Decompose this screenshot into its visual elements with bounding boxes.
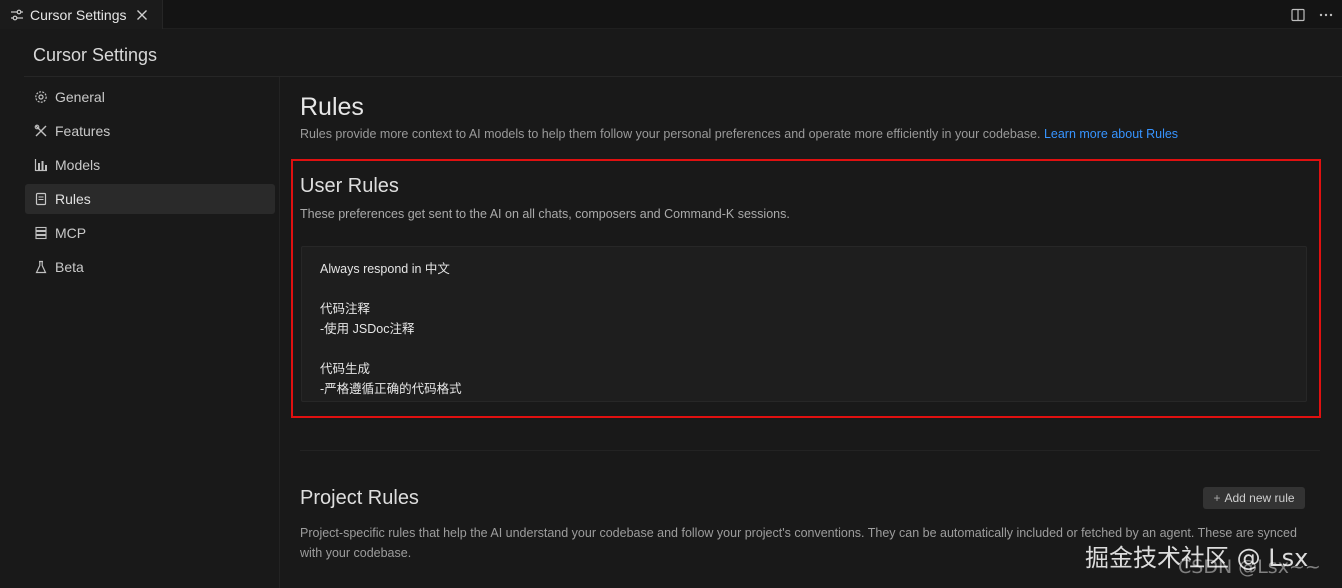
add-new-rule-button[interactable]: + Add new rule <box>1203 487 1305 509</box>
user-rules-title: User Rules <box>300 175 399 197</box>
rule-line: -严格遵循正确的代码格式 <box>320 382 462 396</box>
watermark-csdn: CSDN @Lsx~~ <box>1178 556 1321 578</box>
tab-title: Cursor Settings <box>30 6 127 23</box>
rule-line: 代码注释 <box>320 302 371 316</box>
sidebar-item-label: Models <box>55 157 101 173</box>
editor-actions <box>1290 0 1334 29</box>
rule-line <box>320 339 1288 359</box>
plus-icon: + <box>1213 491 1221 505</box>
section-divider <box>300 450 1320 451</box>
sidebar-item-label: Features <box>55 123 111 139</box>
sidebar: General Features Models Rules MCP Beta <box>0 77 280 588</box>
rules-description: Rules provide more context to AI models … <box>300 127 1178 141</box>
close-icon[interactable] <box>136 9 148 21</box>
settings-title: Cursor Settings <box>33 45 158 65</box>
bar-chart-icon <box>34 159 47 172</box>
sidebar-item-beta[interactable]: Beta <box>25 252 275 282</box>
server-icon <box>35 226 47 240</box>
sidebar-item-models[interactable]: Models <box>25 150 275 180</box>
split-editor-icon[interactable] <box>1290 7 1306 23</box>
user-rules-description: These preferences get sent to the AI on … <box>300 207 790 221</box>
rule-line: 代码生成 <box>320 362 371 376</box>
project-rules-title: Project Rules <box>300 487 419 509</box>
settings-sliders-icon <box>11 9 23 20</box>
sidebar-item-label: MCP <box>55 225 87 241</box>
user-rules-editor[interactable]: Always respond in 中文 代码注释 -使用 JSDoc注释 代码… <box>301 246 1307 402</box>
learn-more-link[interactable]: Learn more about Rules <box>1044 127 1178 141</box>
add-new-rule-label: Add new rule <box>1224 491 1295 505</box>
document-icon <box>35 192 47 206</box>
gear-icon <box>35 91 47 103</box>
sidebar-item-label: Rules <box>55 191 91 207</box>
page-title: Rules <box>300 93 364 121</box>
rule-line: -使用 JSDoc注释 <box>320 322 415 336</box>
rules-description-text: Rules provide more context to AI models … <box>300 127 1041 141</box>
tab-cursor-settings[interactable]: Cursor Settings <box>0 0 163 29</box>
sidebar-item-features[interactable]: Features <box>25 116 275 146</box>
rule-line: Always respond in 中文 <box>320 262 450 276</box>
rule-line <box>320 279 1288 299</box>
tab-bar: Cursor Settings <box>0 0 1342 29</box>
tools-icon <box>34 124 47 137</box>
sidebar-item-general[interactable]: General <box>25 82 275 112</box>
sidebar-item-rules[interactable]: Rules <box>25 184 275 214</box>
sidebar-item-label: General <box>55 89 105 105</box>
sidebar-item-label: Beta <box>55 259 84 275</box>
flask-icon <box>35 260 47 274</box>
sidebar-item-mcp[interactable]: MCP <box>25 218 275 248</box>
more-actions-icon[interactable] <box>1318 7 1334 23</box>
